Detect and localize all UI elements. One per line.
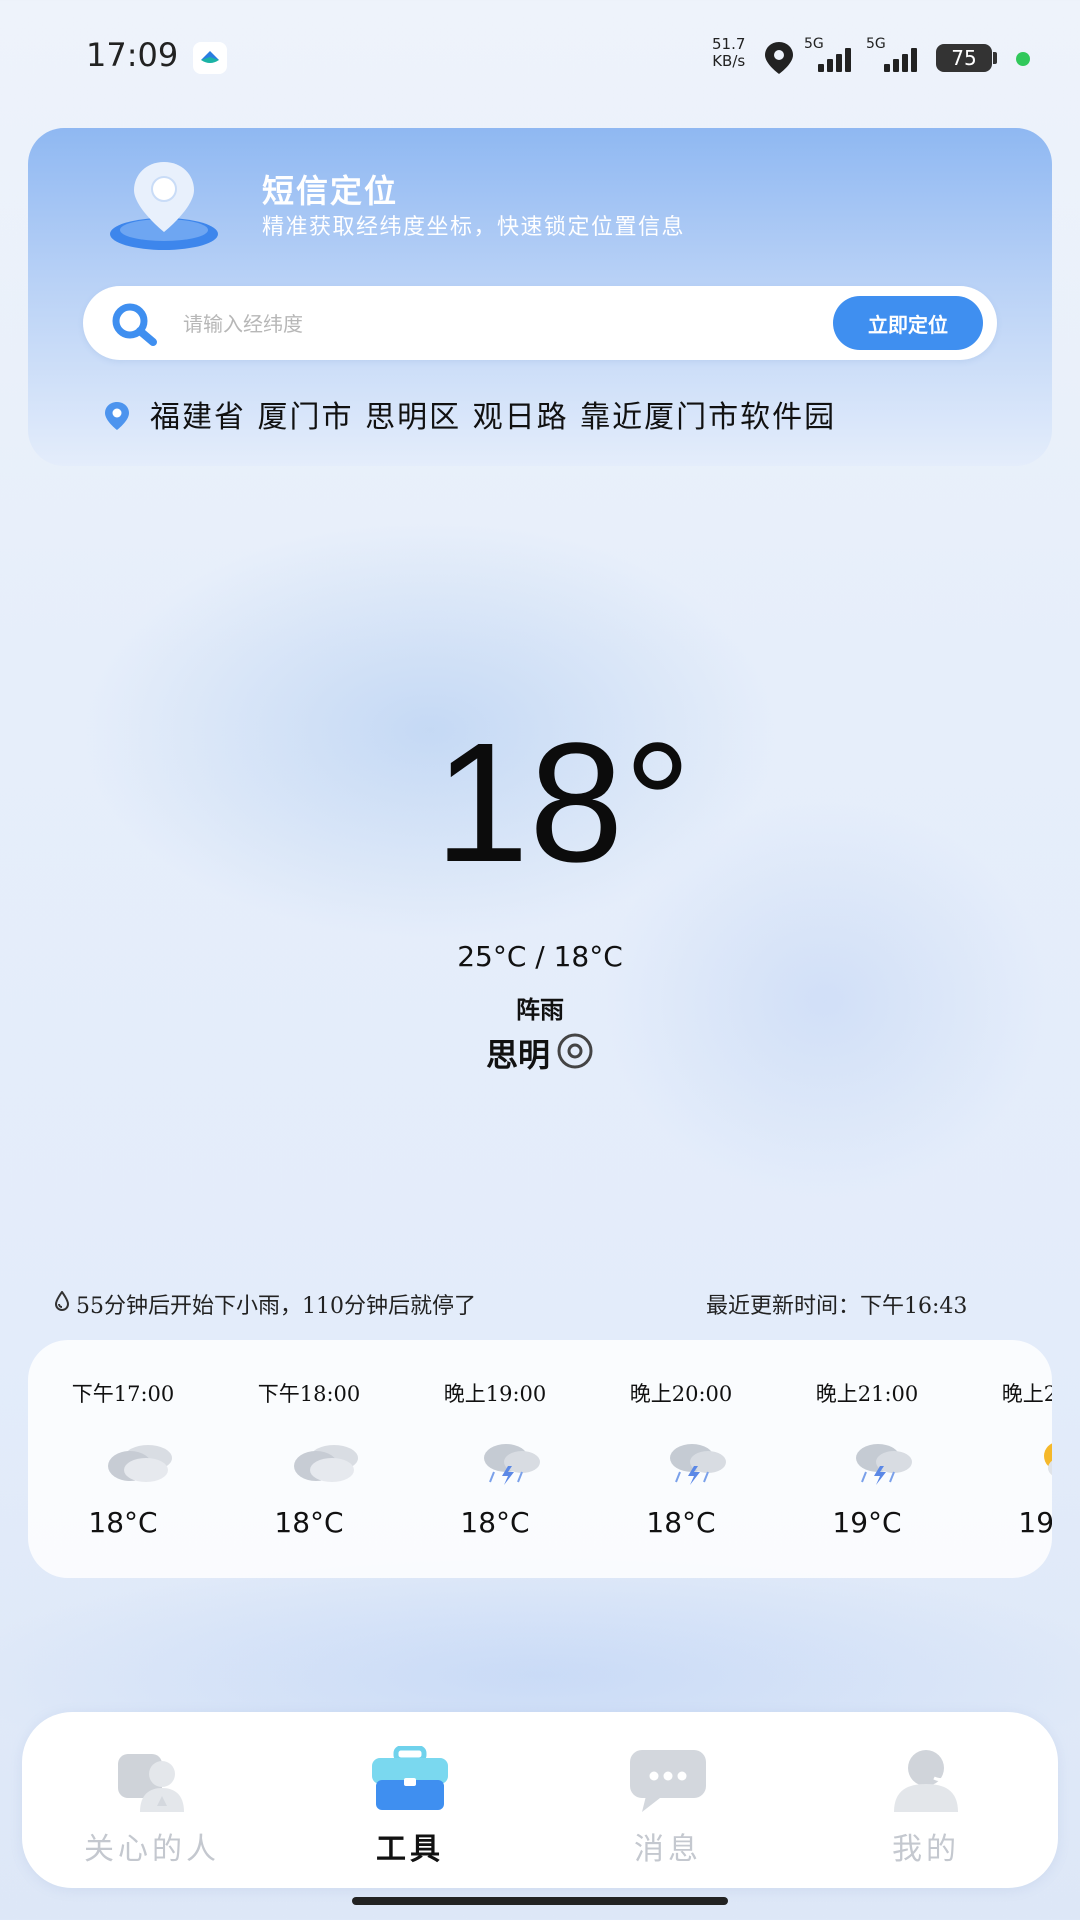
profile-icon bbox=[884, 1746, 968, 1820]
thunderstorm-icon bbox=[470, 1436, 550, 1490]
location-status-icon bbox=[762, 40, 796, 80]
card-title: 短信定位 bbox=[262, 172, 399, 210]
locate-now-button[interactable]: 立即定位 bbox=[833, 296, 983, 350]
privacy-indicator bbox=[1016, 52, 1030, 66]
status-bar: 17:09 51.7 KB/s 5G 5G 75 bbox=[0, 0, 1080, 115]
sms-locator-card: 短信定位 精准获取经纬度坐标，快速锁定位置信息 立即定位 福建省 厦门市 思明区… bbox=[28, 128, 1052, 466]
hourly-item: 晚上22:00 19°C bbox=[978, 1340, 1052, 1578]
raindrop-icon bbox=[54, 1290, 70, 1317]
cloudy-icon bbox=[284, 1436, 364, 1490]
home-indicator[interactable] bbox=[352, 1897, 728, 1905]
app-notification-icon bbox=[193, 42, 227, 74]
thunderstorm-icon bbox=[656, 1436, 736, 1490]
bottom-navigation: 关心的人 工具 消息 我的 bbox=[22, 1712, 1058, 1888]
nav-item-care[interactable]: 关心的人 bbox=[52, 1712, 252, 1888]
location-pin-logo-icon bbox=[106, 158, 222, 258]
weather-condition: 阵雨 bbox=[516, 995, 564, 1024]
resolved-address: 福建省 厦门市 思明区 观日路 靠近厦门市软件园 bbox=[150, 400, 837, 435]
location-target-icon[interactable] bbox=[556, 1032, 594, 1074]
status-time: 17:09 bbox=[86, 36, 179, 74]
coordinate-search-bar: 立即定位 bbox=[83, 286, 997, 362]
message-icon bbox=[626, 1746, 710, 1820]
hourly-item: 晚上20:00 18°C bbox=[606, 1340, 756, 1578]
city-selector[interactable]: 思明 bbox=[0, 1030, 1080, 1076]
hourly-item: 晚上19:00 18°C bbox=[420, 1340, 570, 1578]
battery-icon: 75 bbox=[936, 44, 992, 72]
thunderstorm-icon bbox=[842, 1436, 922, 1490]
address-pin-icon bbox=[102, 400, 132, 436]
current-temperature: 18° bbox=[434, 708, 692, 898]
cloudy-icon bbox=[98, 1436, 178, 1490]
battery-tip bbox=[993, 52, 997, 64]
nav-item-profile[interactable]: 我的 bbox=[826, 1712, 1026, 1888]
hourly-item: 晚上21:00 19°C bbox=[792, 1340, 942, 1578]
coordinate-input[interactable] bbox=[181, 286, 705, 362]
last-update-time: 最近更新时间：下午16:43 bbox=[706, 1294, 968, 1319]
temperature-range: 25°C / 18°C bbox=[457, 940, 623, 973]
nav-item-tools[interactable]: 工具 bbox=[310, 1712, 510, 1888]
partly-cloudy-icon bbox=[1028, 1436, 1052, 1490]
nav-item-messages[interactable]: 消息 bbox=[568, 1712, 768, 1888]
hourly-item: 下午18:00 18°C bbox=[234, 1340, 384, 1578]
toolbox-icon bbox=[368, 1745, 452, 1820]
city-name: 思明 bbox=[485, 1036, 550, 1074]
people-icon bbox=[110, 1746, 194, 1820]
search-icon bbox=[111, 302, 159, 350]
network-speed: 51.7 KB/s bbox=[712, 35, 746, 70]
rain-forecast: 55分钟后开始下小雨，110分钟后就停了 bbox=[54, 1288, 476, 1320]
hourly-forecast-card[interactable]: 下午17:00 18°C 下午18:00 18°C 晚上19:00 18°C 晚… bbox=[28, 1340, 1052, 1578]
hourly-item: 下午17:00 18°C bbox=[48, 1340, 198, 1578]
card-subtitle: 精准获取经纬度坐标，快速锁定位置信息 bbox=[262, 215, 686, 240]
